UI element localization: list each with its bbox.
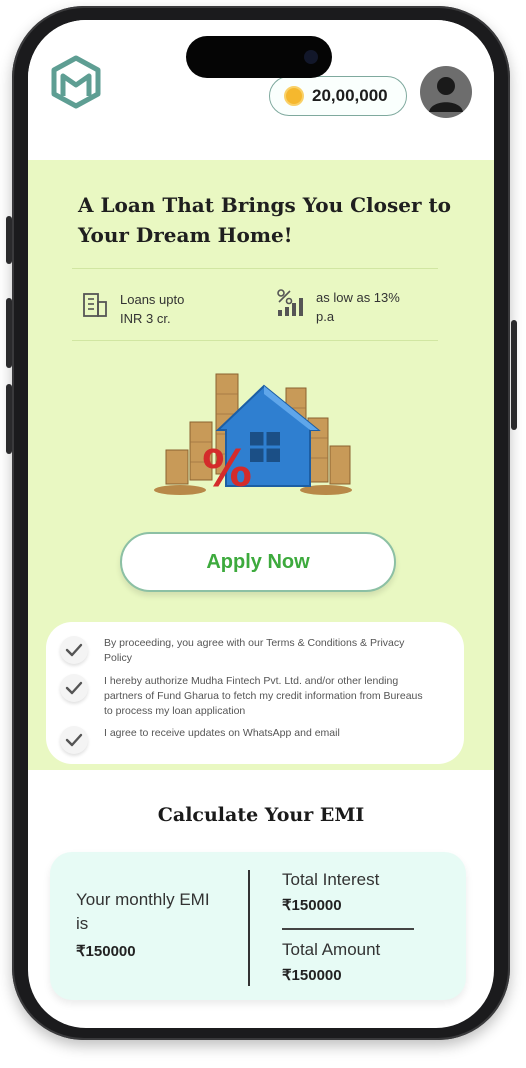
total-interest-value: ₹150000	[282, 897, 342, 914]
phone-side-button	[6, 384, 12, 454]
divider	[248, 870, 250, 986]
divider	[72, 268, 438, 269]
dynamic-island	[186, 36, 332, 78]
coin-icon	[284, 86, 304, 106]
apply-now-button[interactable]: Apply Now	[120, 532, 396, 592]
feature-line: Loans upto	[120, 292, 185, 307]
brand-logo-icon[interactable]	[48, 54, 104, 110]
phone-side-button	[6, 298, 12, 368]
total-interest-label: Total Interest	[282, 870, 380, 889]
checkbox-checked-icon[interactable]	[60, 636, 88, 664]
divider	[282, 928, 414, 930]
feature-line: INR 3 cr.	[120, 311, 171, 326]
phone-side-button	[6, 216, 12, 264]
consent-terms[interactable]: By proceeding, you agree with our Terms …	[60, 636, 424, 666]
feature-line: p.a	[316, 309, 335, 324]
camera-icon	[304, 50, 318, 64]
monthly-emi-label: Your monthly EMI is	[76, 890, 210, 933]
consent-whatsapp-updates[interactable]: I agree to receive updates on WhatsApp a…	[60, 726, 424, 754]
consent-text: I hereby authorize Mudha Fintech Pvt. Lt…	[104, 675, 423, 717]
loan-hero-section: A Loan That Brings You Closer to Your Dr…	[28, 160, 494, 770]
monthly-emi-value: ₹150000	[76, 943, 136, 960]
consent-bureau-authorization[interactable]: I hereby authorize Mudha Fintech Pvt. Lt…	[60, 674, 424, 719]
feature-interest-rate: as low as 13% p.a	[276, 288, 400, 326]
consent-text: I agree to receive updates on WhatsApp a…	[104, 727, 340, 739]
checkbox-checked-icon[interactable]	[60, 674, 88, 702]
user-avatar-icon[interactable]	[420, 66, 472, 118]
coin-balance: 20,00,000	[312, 86, 388, 105]
phone-power-button	[511, 320, 517, 430]
divider	[72, 340, 438, 341]
building-icon	[83, 293, 107, 317]
phone-screen: 20,00,000 A Loan That Brings You Closer …	[28, 20, 494, 1028]
checkbox-checked-icon[interactable]	[60, 726, 88, 754]
coin-balance-pill[interactable]: 20,00,000	[269, 76, 407, 116]
feature-loan-amount: Loans upto INR 3 cr.	[82, 290, 184, 328]
house-coins-illustration: %	[154, 373, 352, 498]
rate-chart-icon	[277, 289, 303, 316]
emi-section-title: Calculate Your EMI	[157, 804, 365, 826]
consent-card: By proceeding, you agree with our Terms …	[46, 622, 464, 764]
total-amount-label: Total Amount	[282, 940, 381, 959]
emi-summary-card: Your monthly EMI is ₹150000 Total Intere…	[50, 852, 466, 1000]
feature-line: as low as 13%	[316, 290, 400, 305]
consent-text: By proceeding, you agree with our Terms …	[104, 637, 405, 664]
total-amount-value: ₹150000	[282, 967, 342, 984]
svg-text:%: %	[202, 440, 252, 498]
hero-title: A Loan That Brings You Closer to Your Dr…	[78, 193, 452, 247]
